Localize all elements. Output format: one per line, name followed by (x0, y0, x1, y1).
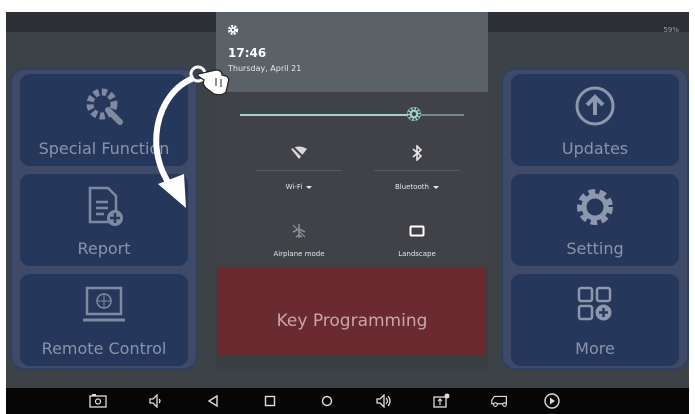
airplane-mode-label: Airplane mode (273, 250, 325, 258)
upload-arrow-icon (575, 86, 615, 126)
clock-date: Thursday, April 21 (228, 64, 302, 73)
clock-time: 17:46 (228, 46, 267, 60)
quick-settings-panel: Wi-Fi Bluetooth Airplane mode Landscape (216, 92, 488, 267)
wrench-gear-icon (86, 88, 123, 125)
screenshot-icon[interactable] (88, 392, 108, 410)
wifi-dropdown-icon[interactable] (306, 185, 313, 189)
more-button[interactable]: More (511, 274, 679, 366)
right-menu-panel: Updates Setting More (501, 68, 689, 370)
setting-button[interactable]: Setting (511, 174, 679, 266)
landscape-label: Landscape (398, 250, 436, 258)
tile-bluetooth[interactable]: Bluetooth (374, 142, 460, 191)
play-icon[interactable] (542, 392, 562, 410)
tile-landscape[interactable]: Landscape (374, 220, 460, 258)
bluetooth-label: Bluetooth (395, 183, 429, 191)
airplane-icon (256, 220, 342, 242)
back-icon[interactable] (203, 392, 223, 410)
wifi-off-icon (256, 142, 342, 164)
brightness-slider-fill (240, 114, 415, 116)
setting-label: Setting (566, 239, 624, 258)
remote-control-button[interactable]: Remote Control (20, 274, 188, 366)
key-programming-label: Key Programming (276, 311, 428, 331)
remote-globe-icon (83, 286, 125, 322)
remote-control-label: Remote Control (41, 339, 167, 358)
home-icon[interactable] (317, 392, 337, 410)
report-label: Report (77, 239, 131, 258)
more-label: More (575, 339, 615, 358)
vci-connection-icon[interactable] (431, 392, 451, 410)
updates-button[interactable]: Updates (511, 74, 679, 166)
pointing-hand-icon (189, 65, 230, 96)
report-icon (88, 186, 123, 226)
tablet-screen: 59% Special Function Report Remote Contr… (6, 12, 689, 388)
tile-airplane-mode[interactable]: Airplane mode (256, 220, 342, 258)
wifi-label: Wi-Fi (285, 183, 303, 191)
recent-apps-icon[interactable] (260, 392, 280, 410)
brightness-thumb-icon[interactable] (405, 105, 423, 123)
bluetooth-dropdown-icon[interactable] (432, 185, 439, 189)
settings-gear-icon[interactable] (227, 24, 239, 36)
gear-icon (577, 189, 613, 225)
battery-indicator: 59% (663, 26, 679, 34)
bluetooth-icon (374, 142, 460, 164)
tile-wifi[interactable]: Wi-Fi (256, 142, 342, 191)
vehicle-icon[interactable] (490, 392, 510, 410)
key-programming-button[interactable]: Key Programming (218, 262, 486, 356)
notification-shade[interactable]: 17:46 Thursday, April 21 (216, 12, 488, 92)
tile-divider (256, 170, 342, 171)
updates-label: Updates (561, 139, 629, 158)
volume-up-icon[interactable] (374, 392, 394, 410)
tile-divider (374, 170, 460, 171)
brightness-slider[interactable] (240, 114, 464, 116)
volume-down-icon[interactable] (146, 392, 166, 410)
navigation-bar (6, 388, 689, 414)
grid-plus-icon (577, 286, 612, 321)
landscape-icon (374, 220, 460, 242)
